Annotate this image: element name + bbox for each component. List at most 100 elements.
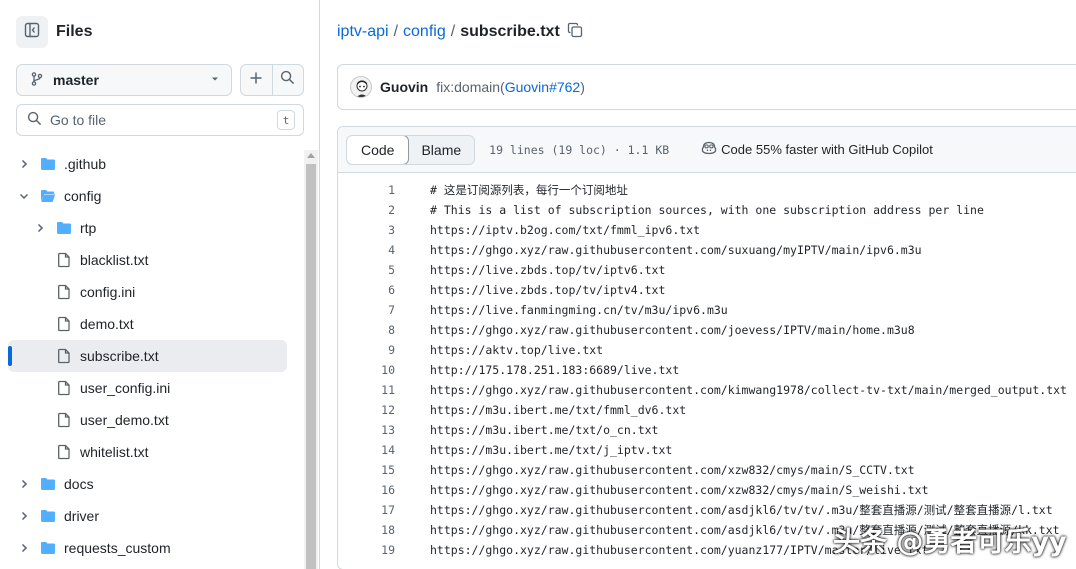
line-content: https://live.zbds.top/tv/iptv4.txt: [430, 283, 666, 297]
line-number[interactable]: 4: [338, 243, 395, 257]
line-content: # 这是订阅源列表，每行一个订阅地址: [430, 183, 628, 197]
tree-folder-item[interactable]: config: [0, 180, 300, 212]
line-content: https://ghgo.xyz/raw.githubusercontent.c…: [430, 483, 929, 497]
scrollbar-thumb[interactable]: [306, 164, 316, 569]
copilot-promo-link[interactable]: Code 55% faster with GitHub Copilot: [701, 140, 933, 159]
line-number[interactable]: 9: [338, 343, 395, 357]
line-number[interactable]: 6: [338, 283, 395, 297]
commit-message[interactable]: fix:domain(Guovin#762): [436, 79, 585, 95]
breadcrumb-repo-link[interactable]: iptv-api: [337, 23, 389, 41]
line-number[interactable]: 2: [338, 203, 395, 217]
line-number[interactable]: 11: [338, 383, 395, 397]
tree-file-item[interactable]: user_config.ini: [0, 372, 300, 404]
line-number[interactable]: 13: [338, 423, 395, 437]
latest-commit-bar: Guovin fix:domain(Guovin#762): [337, 64, 1076, 110]
code-line: 3 https://iptv.b2og.com/txt/fmml_ipv6.txt: [338, 220, 1076, 240]
git-branch-icon: [29, 71, 45, 90]
chevron-right-icon[interactable]: [32, 220, 48, 236]
add-file-button[interactable]: [241, 65, 272, 95]
line-number[interactable]: 16: [338, 483, 395, 497]
chevron-right-icon[interactable]: [16, 508, 32, 524]
tree-folder-item[interactable]: .github: [0, 148, 300, 180]
code-line: 13 https://m3u.ibert.me/txt/o_cn.txt: [338, 420, 1076, 440]
tree-item-label: user_config.ini: [80, 380, 171, 396]
collapse-sidebar-button[interactable]: [16, 16, 48, 48]
file-stats: 19 lines (19 loc) · 1.1 KB: [489, 142, 670, 157]
tree-folder-item[interactable]: docs: [0, 468, 300, 500]
code-line: 17 https://ghgo.xyz/raw.githubusercontent…: [338, 500, 1076, 520]
folder-icon: [40, 156, 56, 172]
line-number[interactable]: 14: [338, 443, 395, 457]
line-content: https://aktv.top/live.txt: [430, 343, 604, 357]
folder-icon: [40, 540, 56, 556]
chevron-right-icon[interactable]: [16, 476, 32, 492]
avatar[interactable]: [350, 76, 372, 98]
search-button[interactable]: [271, 65, 303, 95]
line-number[interactable]: 18: [338, 523, 395, 537]
commit-issue-link[interactable]: Guovin#762: [505, 79, 581, 95]
tree-item-label: requests_custom: [64, 540, 171, 556]
tree-file-item[interactable]: demo.txt: [0, 308, 300, 340]
tree-item-label: blacklist.txt: [80, 252, 149, 268]
chevron-down-icon[interactable]: [16, 188, 32, 204]
line-number[interactable]: 3: [338, 223, 395, 237]
code-line: 14 https://m3u.ibert.me/txt/j_iptv.txt: [338, 440, 1076, 460]
file-icon: [56, 412, 72, 428]
line-content: https://m3u.ibert.me/txt/fmml_dv6.txt: [430, 403, 687, 417]
breadcrumb-folder-link[interactable]: config: [403, 23, 446, 41]
go-to-file-input[interactable]: Go to file t: [16, 104, 304, 136]
commit-author[interactable]: Guovin: [380, 79, 428, 95]
sidebar-scrollbar[interactable]: [304, 150, 318, 569]
line-number[interactable]: 8: [338, 323, 395, 337]
file-icon: [56, 284, 72, 300]
tree-folder-item[interactable]: driver: [0, 500, 300, 532]
code-view: 1 # 这是订阅源列表，每行一个订阅地址 2 # This is a list of …: [338, 180, 1076, 560]
line-content: https://ghgo.xyz/raw.githubusercontent.c…: [430, 243, 922, 257]
tree-item-label: whitelist.txt: [80, 444, 149, 460]
branch-selector[interactable]: master: [16, 64, 232, 96]
folder-icon: [40, 476, 56, 492]
scroll-up-arrow-icon[interactable]: [307, 153, 315, 158]
line-number[interactable]: 10: [338, 363, 395, 377]
tree-file-item[interactable]: config.ini: [0, 276, 300, 308]
line-number[interactable]: 1: [338, 183, 395, 197]
line-content: # This is a list of subscription sources…: [430, 203, 984, 217]
tree-item-label: subscribe.txt: [80, 348, 159, 364]
code-line: 12 https://m3u.ibert.me/txt/fmml_dv6.txt: [338, 400, 1076, 420]
tree-item-label: .github: [64, 156, 107, 172]
chevron-right-icon[interactable]: [16, 156, 32, 172]
tree-item-label: driver: [64, 508, 100, 524]
line-number[interactable]: 17: [338, 503, 395, 517]
line-content: https://ghgo.xyz/raw.githubusercontent.c…: [430, 323, 915, 337]
file-tree: .github config rtp blacklist.txt config.ini d…: [0, 148, 300, 564]
tree-file-item[interactable]: subscribe.txt: [8, 340, 287, 372]
line-number[interactable]: 7: [338, 303, 395, 317]
line-number[interactable]: 5: [338, 263, 395, 277]
chevron-right-icon[interactable]: [16, 540, 32, 556]
code-line: 7 https://live.fanmingming.cn/tv/m3u/ipv6…: [338, 300, 1076, 320]
tab-blame[interactable]: Blame: [408, 136, 474, 164]
commit-message-text: fix:domain: [436, 79, 501, 95]
tree-file-item[interactable]: blacklist.txt: [0, 244, 300, 276]
file-tree-sidebar: Files master Go to file t .github config…: [0, 0, 320, 569]
commit-ref-close: ): [580, 79, 585, 95]
copy-path-button[interactable]: [566, 22, 584, 41]
line-number[interactable]: 19: [338, 543, 395, 557]
line-number[interactable]: 12: [338, 403, 395, 417]
tree-folder-item[interactable]: rtp: [0, 212, 300, 244]
breadcrumb-separator: /: [450, 23, 456, 40]
line-content: https://iptv.b2og.com/txt/fmml_ipv6.txt: [430, 223, 701, 237]
tree-item-label: rtp: [80, 220, 97, 236]
line-number[interactable]: 15: [338, 463, 395, 477]
tab-code[interactable]: Code: [347, 135, 410, 164]
tree-folder-item[interactable]: requests_custom: [0, 532, 300, 564]
code-line: 11 https://ghgo.xyz/raw.githubusercontent…: [338, 380, 1076, 400]
tree-file-item[interactable]: whitelist.txt: [0, 436, 300, 468]
file-icon: [56, 252, 72, 268]
view-mode-toggle: Code Blame: [346, 134, 476, 165]
tree-file-item[interactable]: user_demo.txt: [0, 404, 300, 436]
